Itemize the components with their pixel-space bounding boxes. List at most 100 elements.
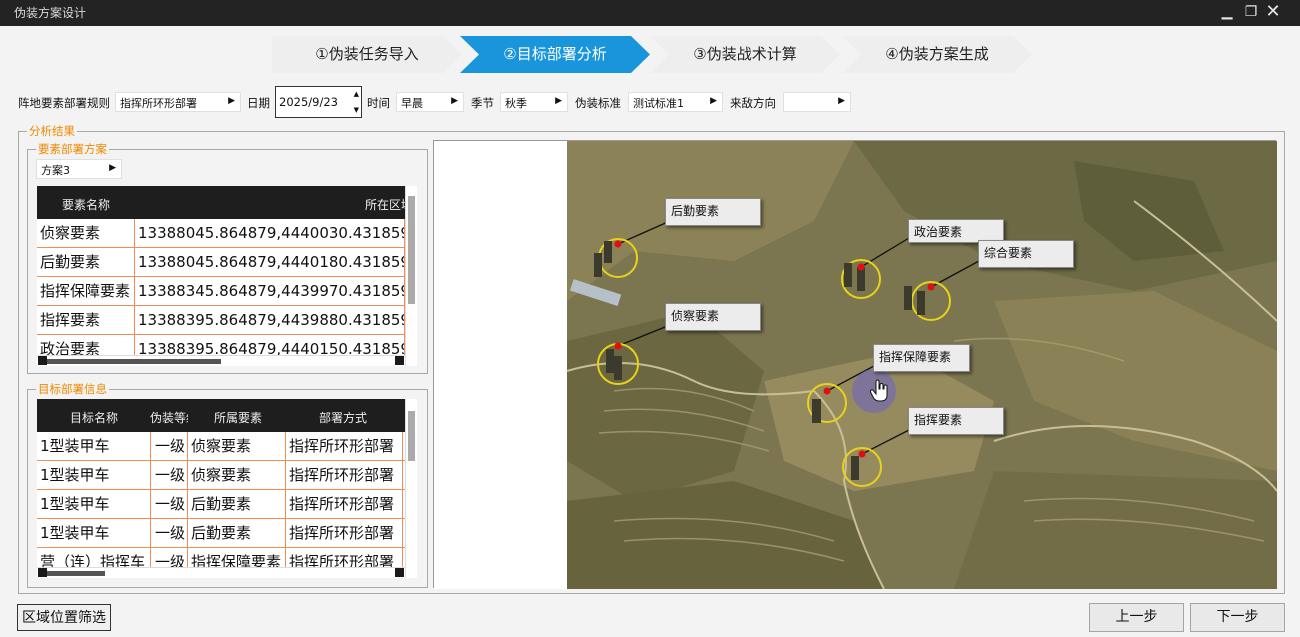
target-info-table: 目标名称 伪装等级 所属要素 部署方式 目 1型装甲车 一级 侦察要素 指挥所环… bbox=[37, 399, 417, 578]
next-step-button[interactable]: 下一步 bbox=[1190, 603, 1285, 632]
element-area-cell: 13388045.864879,4440180.431859--13388095… bbox=[135, 248, 405, 277]
callout-logistics[interactable]: 后勤要素 bbox=[665, 198, 761, 226]
season-label: 季节 bbox=[471, 96, 494, 110]
date-input[interactable]: 2025/9/23 ▲ ▼ bbox=[275, 86, 362, 118]
vehicle-icon bbox=[844, 263, 852, 287]
camo-level-cell: 一级 bbox=[151, 461, 188, 490]
callout-command-support[interactable]: 指挥保障要素 bbox=[873, 344, 970, 372]
standard-label: 伪装标准 bbox=[575, 96, 621, 110]
scroll-right-button[interactable] bbox=[395, 356, 404, 365]
analysis-result-title: 分析结果 bbox=[27, 124, 77, 138]
element-plan-title: 要素部署方案 bbox=[36, 142, 109, 156]
step-plan-generate[interactable]: ④伪装方案生成 bbox=[842, 36, 1032, 73]
dropdown-arrow-icon: ▶ bbox=[555, 96, 562, 106]
rule-select-value: 指挥所环形部署 bbox=[120, 97, 197, 110]
column-header[interactable]: 部署方式 bbox=[319, 409, 367, 426]
deploy-mode-cell: 指挥所环形部署 bbox=[286, 461, 403, 490]
callout-comprehensive[interactable]: 综合要素 bbox=[978, 240, 1074, 268]
scroll-thumb[interactable] bbox=[39, 571, 105, 576]
vehicle-icon bbox=[812, 399, 821, 423]
hand-cursor-shape bbox=[869, 379, 888, 402]
deploy-mode-cell: 指挥所环形部署 bbox=[286, 432, 403, 461]
deploy-mode-cell: 指挥所环形部署 bbox=[286, 490, 403, 519]
table-row[interactable]: 指挥保障要素 13388345.864879,4439970.431859--1… bbox=[37, 277, 417, 306]
element-plan-table: 要素名称 所在区域 侦察要素 13388045.864879,4440030.4… bbox=[37, 186, 417, 366]
table-row[interactable]: 1型装甲车 一级 侦察要素 指挥所环形部署 1 bbox=[37, 432, 417, 461]
marker-dot bbox=[823, 387, 831, 395]
table-header: 目标名称 伪装等级 所属要素 部署方式 目 bbox=[37, 399, 417, 432]
scroll-left-button[interactable] bbox=[38, 568, 47, 577]
horizontal-scrollbar[interactable] bbox=[37, 355, 405, 366]
target-name-cell: 1型装甲车 bbox=[37, 519, 151, 548]
time-select[interactable]: 早晨 ▶ bbox=[396, 92, 464, 112]
element-name-cell: 侦察要素 bbox=[37, 219, 135, 248]
table-row[interactable]: 1型装甲车 一级 后勤要素 指挥所环形部署 1 bbox=[37, 519, 417, 548]
spin-down-icon[interactable]: ▼ bbox=[354, 106, 359, 114]
date-value: 2025/9/23 bbox=[279, 95, 338, 109]
element-cell: 后勤要素 bbox=[188, 519, 286, 548]
region-filter-button[interactable]: 区域位置筛选 bbox=[17, 604, 111, 631]
element-cell: 后勤要素 bbox=[188, 490, 286, 519]
callout-recon[interactable]: 侦察要素 bbox=[665, 303, 761, 331]
step-tactic-calc[interactable]: ③伪装战术计算 bbox=[650, 36, 840, 73]
column-header[interactable]: 要素名称 bbox=[62, 196, 110, 213]
rule-select[interactable]: 指挥所环形部署 ▶ bbox=[115, 92, 241, 112]
vehicle-icon bbox=[604, 241, 612, 263]
table-row[interactable]: 1型装甲车 一级 侦察要素 指挥所环形部署 1 bbox=[37, 461, 417, 490]
enemy-direction-select[interactable]: ▶ bbox=[783, 92, 851, 112]
plan-select-value: 方案3 bbox=[41, 164, 70, 177]
standard-select[interactable]: 测试标准1 ▶ bbox=[628, 92, 723, 112]
element-area-cell: 13388395.864879,4439880.431859--13388445… bbox=[135, 306, 405, 335]
vehicle-icon bbox=[851, 456, 859, 480]
season-select[interactable]: 秋季 ▶ bbox=[500, 92, 568, 112]
restore-icon[interactable]: ❐ bbox=[1240, 2, 1262, 22]
marker-dot bbox=[614, 342, 622, 350]
map-blank-area bbox=[434, 141, 567, 589]
vertical-scrollbar[interactable] bbox=[405, 399, 417, 578]
close-icon[interactable]: ✕ bbox=[1262, 2, 1284, 22]
scroll-thumb[interactable] bbox=[408, 196, 415, 304]
minimize-icon[interactable]: ▁ bbox=[1216, 2, 1238, 22]
camo-level-cell: 一级 bbox=[151, 519, 188, 548]
standard-select-value: 测试标准1 bbox=[633, 97, 684, 110]
marker-dot bbox=[614, 240, 622, 248]
callout-command[interactable]: 指挥要素 bbox=[908, 407, 1004, 435]
scroll-left-button[interactable] bbox=[38, 356, 47, 365]
scroll-thumb[interactable] bbox=[39, 359, 221, 364]
table-row[interactable]: 指挥要素 13388395.864879,4439880.431859--133… bbox=[37, 306, 417, 335]
season-select-value: 秋季 bbox=[505, 97, 527, 110]
element-cell: 侦察要素 bbox=[188, 432, 286, 461]
time-label: 时间 bbox=[367, 96, 390, 110]
column-header[interactable]: 所属要素 bbox=[214, 409, 262, 426]
step-target-analysis[interactable]: ②目标部署分析 bbox=[460, 36, 650, 73]
vertical-scrollbar[interactable] bbox=[405, 186, 417, 366]
prev-step-button[interactable]: 上一步 bbox=[1089, 603, 1184, 632]
table-row[interactable]: 1型装甲车 一级 后勤要素 指挥所环形部署 1 bbox=[37, 490, 417, 519]
scroll-thumb[interactable] bbox=[408, 411, 415, 461]
vehicle-icon bbox=[594, 253, 602, 277]
marker-dot bbox=[857, 263, 865, 271]
plan-select[interactable]: 方案3 ▶ bbox=[36, 159, 122, 179]
target-name-cell: 1型装甲车 bbox=[37, 490, 151, 519]
element-name-cell: 后勤要素 bbox=[37, 248, 135, 277]
dropdown-arrow-icon: ▶ bbox=[228, 96, 235, 106]
step-task-import[interactable]: ①伪装任务导入 bbox=[272, 36, 462, 73]
spin-up-icon[interactable]: ▲ bbox=[354, 90, 359, 98]
table-row[interactable]: 后勤要素 13388045.864879,4440180.431859--133… bbox=[37, 248, 417, 277]
marker-dot bbox=[927, 283, 935, 291]
vehicle-icon bbox=[857, 267, 865, 291]
column-header[interactable]: 目标名称 bbox=[70, 409, 118, 426]
map-view[interactable]: 后勤要素 政治要素 综合要素 侦察要素 指挥保障要素 指挥要素 bbox=[433, 140, 1277, 589]
element-area-cell: 13388345.864879,4439970.431859--13388395… bbox=[135, 277, 405, 306]
title-bar: 伪装方案设计 ▁ ❐ ✕ bbox=[0, 0, 1300, 26]
table-row[interactable]: 侦察要素 13388045.864879,4440030.431859--133… bbox=[37, 219, 417, 248]
target-info-title: 目标部署信息 bbox=[36, 382, 109, 396]
horizontal-scrollbar[interactable] bbox=[37, 567, 405, 578]
column-header[interactable]: 伪装等级 bbox=[150, 409, 188, 426]
dropdown-arrow-icon: ▶ bbox=[710, 96, 717, 106]
satellite-map[interactable] bbox=[434, 141, 1277, 589]
deploy-mode-cell: 指挥所环形部署 bbox=[286, 519, 403, 548]
scroll-right-button[interactable] bbox=[395, 568, 404, 577]
target-name-cell: 1型装甲车 bbox=[37, 461, 151, 490]
vehicle-icon bbox=[614, 356, 622, 380]
